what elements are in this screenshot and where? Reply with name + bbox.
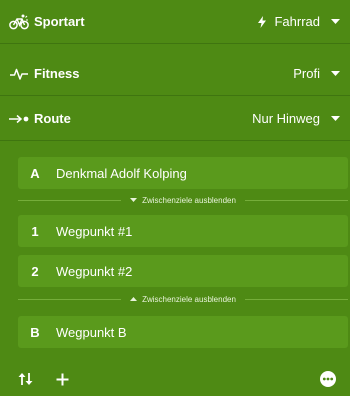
bolt-icon — [258, 15, 267, 28]
sport-value-text: Fahrrad — [274, 14, 320, 29]
fitness-label: Fitness — [34, 66, 80, 81]
divider — [244, 199, 348, 201]
divider — [18, 298, 122, 300]
bicycle-icon — [0, 14, 34, 30]
route-value[interactable]: Nur Hinweg — [252, 111, 320, 126]
chevron-down-icon[interactable] — [320, 70, 350, 77]
waypoint-end[interactable]: B Wegpunkt B — [18, 316, 348, 348]
waypoint-letter: 2 — [31, 263, 39, 279]
route-setting-row[interactable]: Route Nur Hinweg — [0, 97, 350, 141]
waypoint-start[interactable]: A Denkmal Adolf Kolping — [18, 157, 348, 189]
route-label: Route — [34, 111, 71, 126]
waypoint-2[interactable]: 2 Wegpunkt #2 — [18, 255, 348, 287]
divider — [18, 199, 122, 201]
chevron-down-icon[interactable] — [320, 18, 350, 25]
divider — [244, 298, 348, 300]
chevron-down-icon[interactable] — [320, 115, 350, 122]
triangle-up-icon — [130, 297, 138, 301]
waypoint-toolbar — [0, 362, 350, 396]
route-arrow-icon — [0, 114, 34, 124]
sport-setting-row[interactable]: Sportart Fahrrad — [0, 0, 350, 44]
waypoint-name: Wegpunkt #2 — [56, 263, 133, 279]
fitness-value[interactable]: Profi — [293, 66, 320, 81]
more-icon[interactable] — [318, 367, 338, 391]
sport-value[interactable]: Fahrrad — [258, 14, 320, 29]
waypoint-name: Wegpunkt B — [56, 324, 127, 340]
fitness-setting-row[interactable]: Fitness Profi — [0, 52, 350, 96]
waypoint-letter: A — [30, 165, 40, 181]
pulse-icon — [0, 68, 34, 80]
triangle-down-icon — [130, 198, 138, 202]
toggle-label: Zwischenziele ausblenden — [142, 195, 236, 205]
toggle-label: Zwischenziele ausblenden — [142, 294, 236, 304]
waypoint-name: Wegpunkt #1 — [56, 223, 133, 239]
swap-icon[interactable] — [16, 367, 36, 391]
waypoint-letter: 1 — [31, 223, 39, 239]
hide-waypoints-toggle-top[interactable]: Zwischenziele ausblenden — [18, 193, 348, 207]
waypoint-name: Denkmal Adolf Kolping — [56, 165, 187, 181]
plus-icon[interactable] — [52, 367, 72, 391]
waypoint-letter: B — [30, 324, 40, 340]
hide-waypoints-toggle-bottom[interactable]: Zwischenziele ausblenden — [18, 292, 348, 306]
sport-label: Sportart — [34, 14, 85, 29]
waypoint-1[interactable]: 1 Wegpunkt #1 — [18, 215, 348, 247]
